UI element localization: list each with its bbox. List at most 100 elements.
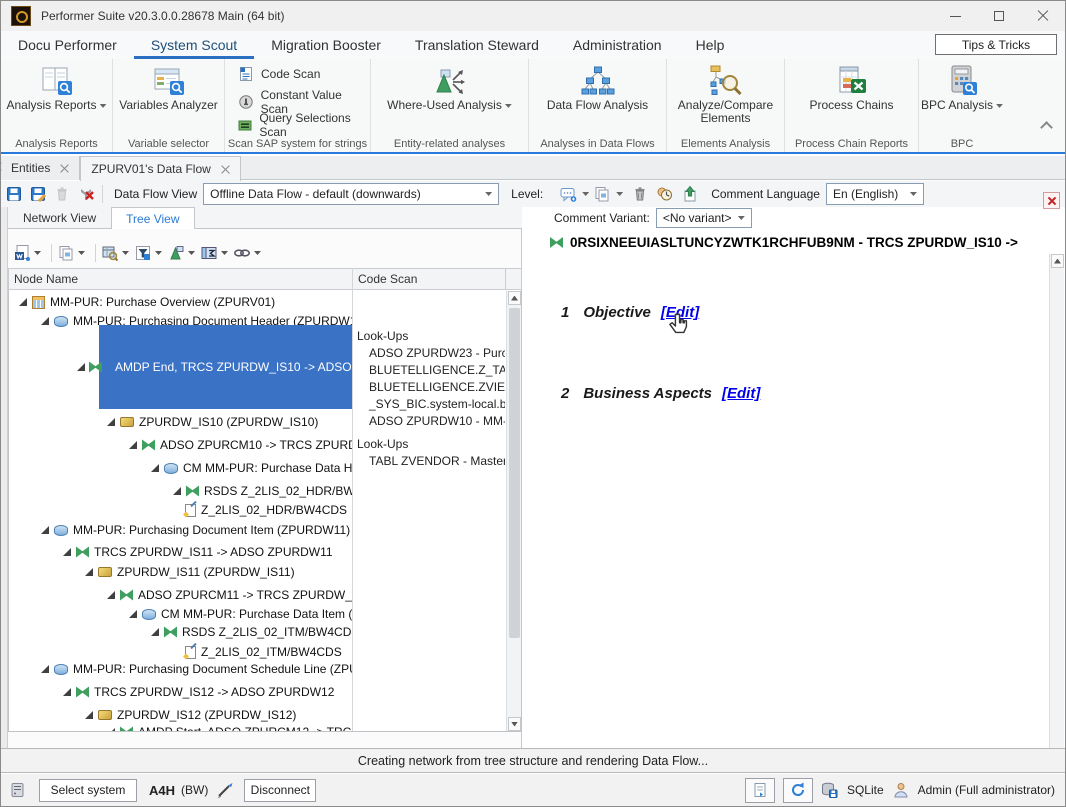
column-header-code-scan[interactable]: Code Scan (352, 268, 506, 290)
expander-icon[interactable] (107, 591, 115, 599)
tab-docu-performer[interactable]: Docu Performer (1, 32, 134, 59)
expander-icon[interactable] (41, 317, 49, 325)
comment-history-button[interactable] (653, 184, 675, 204)
analyze-compare-elements-button[interactable]: Analyze/Compare Elements (667, 59, 784, 131)
expander-icon[interactable] (63, 688, 71, 696)
tab-tree-view[interactable]: Tree View (111, 207, 194, 230)
expander-icon[interactable] (151, 628, 159, 636)
expander-icon[interactable] (173, 487, 181, 495)
tree-row-selected[interactable]: AMDP End, TRCS ZPURDW_IS10 -> ADSO ZPURD… (9, 325, 352, 409)
chevron-down-icon[interactable] (34, 251, 41, 255)
tree-row[interactable]: Z_2LIS_02_HDR/BW4CDS (9, 500, 352, 520)
chevron-down-icon[interactable] (155, 251, 162, 255)
tab-translation-steward[interactable]: Translation Steward (398, 32, 556, 59)
copy-document-button[interactable] (57, 244, 75, 262)
code-scan-button[interactable]: Code Scan (237, 65, 320, 83)
analysis-reports-button[interactable]: Analysis Reports (1, 59, 112, 131)
collapsed-splitter-strip[interactable] (1, 207, 8, 748)
column-header-node-name[interactable]: Node Name (8, 268, 353, 290)
tree-row[interactable]: AMDP Start, ADSO ZPURCM12 -> TRCS ZPU (9, 722, 352, 731)
where-used-analysis-button[interactable]: Where-Used Analysis (371, 59, 528, 131)
refresh-button[interactable] (783, 778, 813, 803)
scroll-up-icon[interactable] (1051, 254, 1064, 268)
tree-row[interactable]: ADSO ZPURCM10 -> TRCS ZPURDW_IS10 (9, 435, 352, 455)
data-flow-analysis-button[interactable]: Data Flow Analysis (529, 59, 666, 131)
close-tab-icon[interactable] (60, 164, 69, 173)
tree-row[interactable]: ADSO ZPURCM11 -> TRCS ZPURDW_IS11 (9, 585, 352, 605)
comment-language-select[interactable]: En (English) (826, 183, 924, 205)
edit-business-aspects-link[interactable]: [Edit] (722, 385, 760, 402)
expander-icon[interactable] (77, 363, 85, 371)
disconnect-button[interactable]: Disconnect (244, 779, 316, 802)
chevron-down-icon[interactable] (188, 251, 195, 255)
link-nodes-button[interactable] (233, 244, 251, 262)
data-flow-view-select[interactable]: Offline Data Flow - default (downwards) (203, 183, 499, 205)
connection-pen-icon[interactable] (216, 781, 234, 799)
tree-row[interactable]: TRCS ZPURDW_IS11 -> ADSO ZPURDW11 (9, 542, 352, 562)
tree-scrollbar[interactable] (506, 291, 521, 731)
expander-icon[interactable] (19, 298, 27, 306)
tree-row[interactable]: MM-PUR: Purchase Overview (ZPURV01) (9, 292, 352, 312)
close-button[interactable] (1021, 1, 1065, 31)
select-system-button[interactable]: Select system (39, 779, 137, 802)
expander-icon[interactable] (129, 441, 137, 449)
close-comment-panel-button[interactable] (1043, 192, 1060, 209)
tab-network-view[interactable]: Network View (8, 207, 111, 229)
copy-comment-button[interactable] (591, 184, 613, 204)
filter-button[interactable] (134, 244, 152, 262)
tab-administration[interactable]: Administration (556, 32, 679, 59)
scrollbar-thumb[interactable] (509, 308, 520, 638)
tree-row[interactable]: CM MM-PUR: Purchase Data Item (2LIS_ (9, 604, 352, 624)
tree-row[interactable]: MM-PUR: Purchasing Document Schedule Lin… (9, 659, 352, 679)
comment-panel-scrollbar[interactable] (1049, 254, 1064, 748)
expander-icon[interactable] (107, 418, 115, 426)
tree-row[interactable]: RSDS Z_2LIS_02_HDR/BW4CDS -> A (9, 481, 352, 501)
discard-changes-button[interactable] (75, 184, 97, 204)
table-search-button[interactable] (101, 244, 119, 262)
chevron-down-icon[interactable] (254, 251, 261, 255)
chevron-down-icon[interactable] (616, 192, 623, 196)
scroll-down-icon[interactable] (508, 717, 521, 731)
tab-entities[interactable]: Entities (1, 156, 80, 180)
tree-row[interactable]: TRCS ZPURDW_IS12 -> ADSO ZPURDW12 (9, 682, 352, 702)
expander-icon[interactable] (41, 526, 49, 534)
chevron-down-icon[interactable] (582, 192, 589, 196)
tab-zpurv01-data-flow[interactable]: ZPURV01's Data Flow (80, 156, 240, 181)
sort-hierarchy-button[interactable] (167, 244, 185, 262)
expander-icon[interactable] (151, 464, 159, 472)
tree-row[interactable]: RSDS Z_2LIS_02_ITM/BW4CDS -> A (9, 622, 352, 642)
expander-icon[interactable] (129, 610, 137, 618)
table-sum-button[interactable] (200, 244, 218, 262)
variables-analyzer-button[interactable]: Variables Analyzer (113, 59, 224, 131)
chevron-down-icon[interactable] (78, 251, 85, 255)
expander-icon[interactable] (107, 728, 115, 731)
chevron-down-icon[interactable] (122, 251, 129, 255)
tree-row[interactable]: MM-PUR: Purchasing Document Item (ZPURDW… (9, 520, 352, 540)
scroll-up-icon[interactable] (508, 291, 521, 305)
bpc-analysis-button[interactable]: BPC Analysis (919, 59, 1005, 131)
tab-migration-booster[interactable]: Migration Booster (254, 32, 398, 59)
system-list-icon[interactable] (9, 781, 27, 799)
tree-row[interactable]: ZPURDW_IS10 (ZPURDW_IS10) (9, 412, 352, 432)
expander-icon[interactable] (85, 568, 93, 576)
export-word-button[interactable] (13, 244, 31, 262)
save-as-button[interactable] (27, 184, 49, 204)
expander-icon[interactable] (41, 665, 49, 673)
chevron-down-icon[interactable] (221, 251, 228, 255)
comment-button[interactable] (557, 184, 579, 204)
log-document-button[interactable] (745, 778, 775, 803)
expander-icon[interactable] (63, 548, 71, 556)
close-tab-icon[interactable] (221, 165, 230, 174)
comment-variant-select[interactable]: <No variant> (656, 208, 752, 228)
tree-row[interactable]: CM MM-PUR: Purchase Data Header (2LI (9, 458, 352, 478)
tab-help[interactable]: Help (679, 32, 742, 59)
minimize-button[interactable] (933, 1, 977, 31)
upload-comment-button[interactable] (679, 184, 701, 204)
save-button[interactable] (3, 184, 25, 204)
query-selections-scan-button[interactable]: Query Selections Scan (237, 111, 370, 139)
tab-system-scout[interactable]: System Scout (134, 32, 254, 59)
maximize-button[interactable] (977, 1, 1021, 31)
tips-and-tricks-button[interactable]: Tips & Tricks (935, 34, 1057, 55)
process-chains-button[interactable]: Process Chains (785, 59, 918, 131)
tree-row[interactable]: ZPURDW_IS11 (ZPURDW_IS11) (9, 562, 352, 582)
